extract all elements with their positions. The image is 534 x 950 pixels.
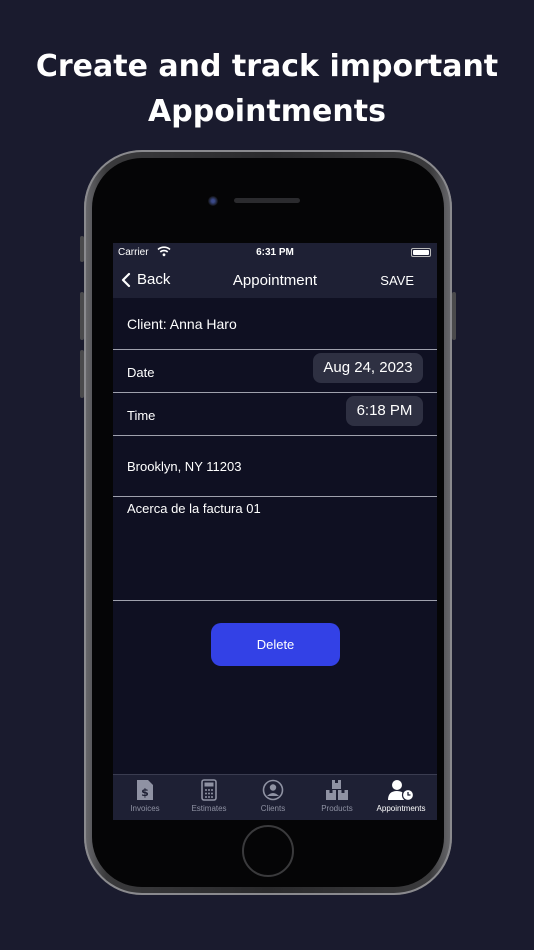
promo-headline: Create and track important Appointments	[0, 44, 534, 134]
status-bar: Carrier 6:31 PM	[113, 243, 437, 263]
tab-clients[interactable]: Clients	[241, 779, 305, 813]
tab-appointments-label: Appointments	[376, 804, 426, 813]
tab-products-label: Products	[321, 804, 353, 813]
time-picker[interactable]: 6:18 PM	[346, 396, 423, 426]
date-row: Date Aug 24, 2023	[113, 350, 437, 393]
svg-text:$: $	[141, 786, 149, 799]
volume-down-button	[80, 350, 84, 398]
tab-estimates-label: Estimates	[191, 804, 227, 813]
app-screen: Carrier 6:31 PM Back Appointment SAVE Cl…	[113, 243, 437, 820]
mute-switch	[80, 236, 84, 262]
date-picker[interactable]: Aug 24, 2023	[313, 353, 423, 383]
time-label: Time	[127, 408, 156, 423]
home-button[interactable]	[242, 825, 294, 877]
headline-line-2: Appointments	[148, 94, 386, 129]
tab-appointments[interactable]: Appointments	[369, 779, 433, 813]
person-circle-icon	[262, 779, 284, 801]
camera-icon	[208, 196, 218, 206]
tab-invoices-label: Invoices	[130, 804, 160, 813]
notes-text: Acerca de la factura 01	[127, 501, 261, 516]
client-name: Client: Anna Haro	[127, 316, 237, 332]
headline-line-1: Create and track important	[35, 49, 499, 84]
tab-estimates[interactable]: Estimates	[177, 779, 241, 813]
battery-icon	[411, 248, 431, 257]
tab-invoices[interactable]: $ Invoices	[113, 779, 177, 813]
tab-products[interactable]: Products	[305, 779, 369, 813]
volume-up-button	[80, 292, 84, 340]
status-time: 6:31 PM	[256, 247, 294, 258]
calculator-icon	[201, 779, 217, 801]
phone-frame: Carrier 6:31 PM Back Appointment SAVE Cl…	[80, 150, 456, 895]
power-button	[452, 292, 456, 340]
navigation-bar: Back Appointment SAVE	[113, 263, 437, 298]
speaker-grille	[234, 198, 300, 203]
tab-bar: $ Invoices Estimates Clients Products Ap…	[113, 774, 437, 820]
tab-clients-label: Clients	[260, 804, 286, 813]
boxes-icon	[326, 780, 348, 800]
notes-field[interactable]: Acerca de la factura 01	[113, 497, 437, 601]
invoice-icon: $	[137, 780, 153, 800]
save-button[interactable]: SAVE	[380, 273, 414, 288]
date-label: Date	[127, 365, 155, 380]
address-field[interactable]: Brooklyn, NY 11203	[113, 436, 437, 497]
time-row: Time 6:18 PM	[113, 393, 437, 436]
address-text: Brooklyn, NY 11203	[127, 459, 242, 474]
client-row[interactable]: Client: Anna Haro	[113, 298, 437, 350]
phone-bezel: Carrier 6:31 PM Back Appointment SAVE Cl…	[92, 158, 444, 887]
person-clock-icon	[388, 780, 415, 801]
delete-button[interactable]: Delete	[211, 623, 340, 666]
